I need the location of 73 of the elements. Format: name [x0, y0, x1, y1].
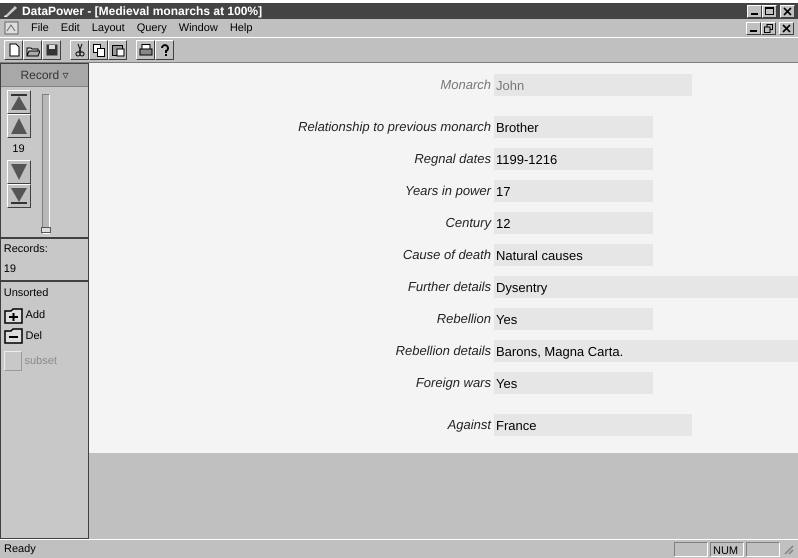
page-icon [6, 43, 20, 57]
delete-folder-icon[interactable] [4, 327, 23, 346]
last-record-button[interactable] [6, 184, 30, 208]
status-text: Ready [4, 542, 37, 557]
paste-button[interactable] [108, 40, 127, 60]
field-value[interactable]: Dysentry [494, 276, 798, 298]
field-label: Cause of death [402, 246, 492, 264]
close-button[interactable] [779, 22, 794, 34]
help-button[interactable] [155, 40, 174, 60]
field-value[interactable]: 12 [494, 212, 653, 234]
status-pane [746, 542, 780, 556]
clipboard-icon [110, 43, 124, 57]
status-indicator: NUM [710, 542, 744, 556]
field-label: Century [444, 214, 492, 232]
field-value[interactable]: Barons, Magna Carta. [494, 340, 798, 362]
field-label: Relationship to previous monarch [297, 118, 492, 136]
maximize-icon [765, 6, 774, 16]
field-label: Regnal dates [413, 150, 492, 168]
field-value[interactable]: Yes [494, 308, 653, 330]
close-icon [782, 24, 791, 32]
scissors-icon [72, 43, 86, 57]
open-folder-button[interactable] [23, 40, 42, 60]
maximize-button[interactable] [762, 4, 778, 18]
close-button[interactable] [780, 4, 795, 18]
field-label: Years in power [404, 182, 492, 200]
cut-button[interactable] [70, 40, 89, 60]
print-button[interactable] [136, 40, 155, 60]
add-folder-label[interactable]: Add [26, 307, 46, 324]
restore-icon [764, 24, 774, 32]
field-label: Monarch [439, 76, 492, 94]
first-record-button[interactable] [6, 90, 30, 114]
field-label: Rebellion [436, 310, 492, 328]
menu-item[interactable]: Edit [60, 20, 80, 36]
new-file-button[interactable] [4, 40, 23, 60]
minimize-button[interactable] [746, 22, 762, 34]
field-value[interactable]: Brother [494, 116, 653, 138]
printer-icon [138, 43, 152, 57]
add-folder-icon[interactable] [4, 306, 23, 324]
minimize-icon [751, 12, 758, 14]
field-value[interactable]: Yes [494, 372, 653, 394]
next-record-button[interactable] [6, 160, 30, 184]
delete-folder-label[interactable]: Del [26, 328, 42, 344]
record-menu-header[interactable]: Record ▿ [1, 64, 88, 87]
minimize-icon [750, 30, 758, 32]
sort-status: Unsorted [4, 286, 50, 300]
field-label: Foreign wars [414, 374, 492, 392]
menu-item[interactable]: File [31, 20, 49, 36]
previous-record-button[interactable] [6, 114, 30, 138]
menu-item[interactable]: Query [136, 20, 167, 36]
status-pane [674, 542, 708, 556]
menu-item[interactable]: Help [230, 20, 252, 36]
document-icon [4, 21, 19, 35]
field-value[interactable]: 1199-1216 [494, 148, 653, 170]
copy-button[interactable] [89, 40, 108, 60]
field-value[interactable]: 17 [494, 180, 653, 202]
app-icon [3, 4, 18, 18]
close-icon [783, 6, 792, 16]
field-label: Further details [406, 278, 492, 296]
minimize-button[interactable] [747, 4, 762, 18]
save-button[interactable] [42, 40, 61, 60]
records-count: 19 [4, 262, 17, 276]
menu-item[interactable]: Window [178, 20, 218, 36]
field-value[interactable]: Natural causes [494, 244, 653, 266]
field-label: Against [446, 416, 492, 434]
field-label: Rebellion details [394, 342, 492, 360]
resize-grip-icon [782, 543, 794, 555]
record-number: 19 [12, 142, 25, 156]
menu-item[interactable]: Layout [92, 20, 125, 36]
field-value[interactable]: France [494, 414, 692, 436]
window-title: DataPower - [Medieval monarchs at 100%] [22, 3, 262, 20]
restore-button[interactable] [761, 22, 776, 34]
records-label: Records: [4, 242, 49, 258]
copy-icon [92, 43, 106, 57]
